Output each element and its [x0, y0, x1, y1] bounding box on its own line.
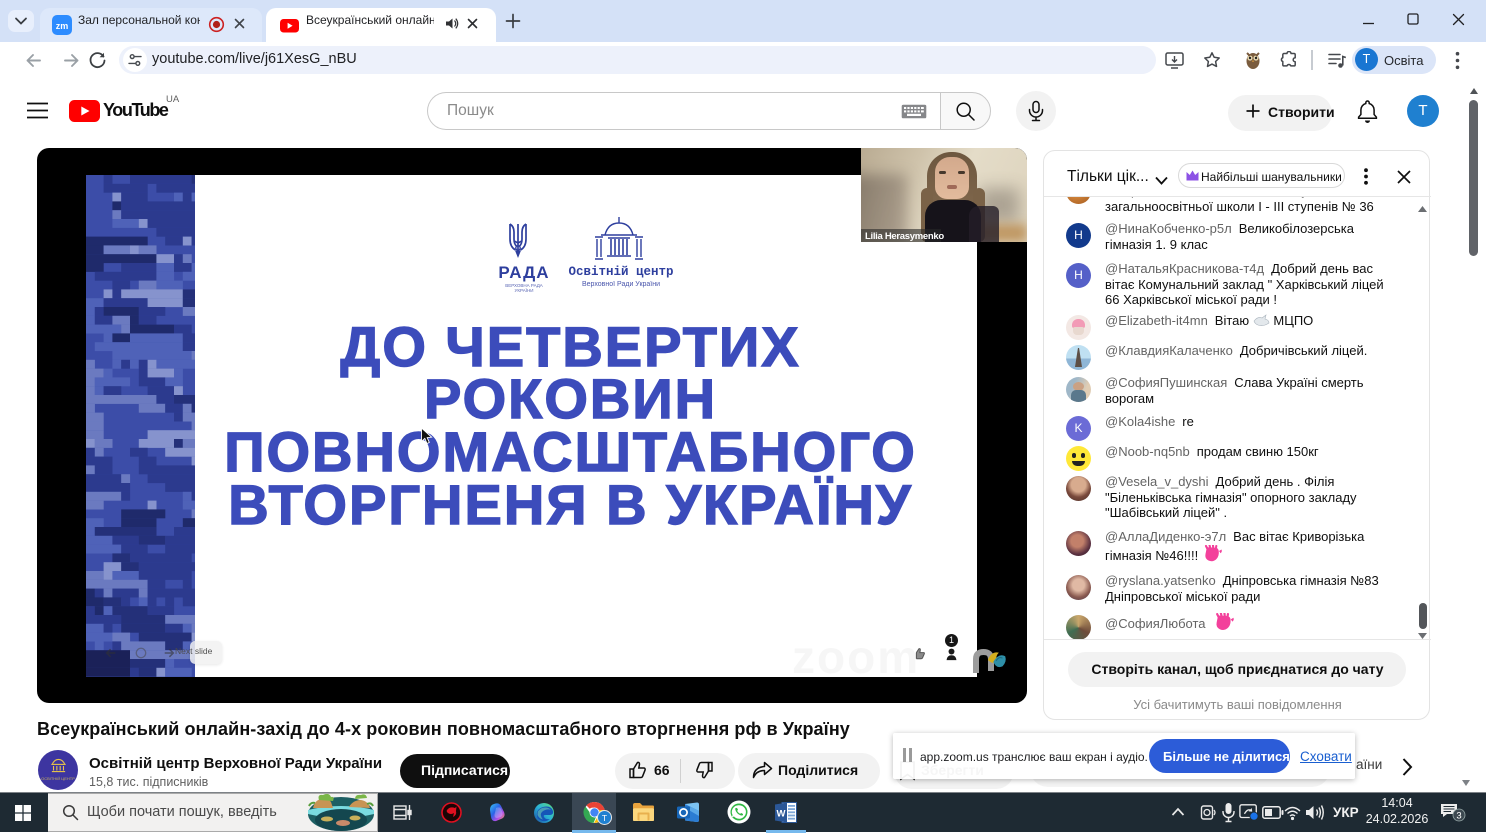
- svg-text:zm: zm: [56, 21, 69, 31]
- svg-text:W: W: [777, 809, 786, 820]
- svg-text:3: 3: [1456, 811, 1461, 822]
